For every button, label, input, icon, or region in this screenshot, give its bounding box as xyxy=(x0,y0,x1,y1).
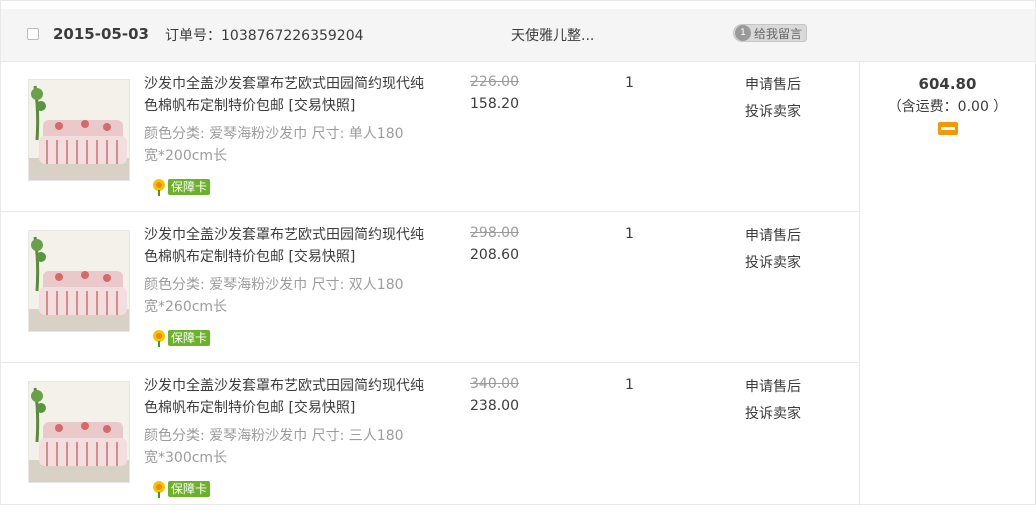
original-price: 226.00 xyxy=(470,74,519,90)
guarantee-flower-icon xyxy=(153,330,165,347)
complain-seller-link[interactable]: 投诉卖家 xyxy=(745,252,801,272)
product-title-link[interactable]: 沙发巾全盖沙发套罩布艺欧式田园简约现代纯色棉帆布定制特价包邮 [交易快照] xyxy=(144,224,434,268)
actual-price: 158.20 xyxy=(470,96,519,112)
apply-aftersale-link[interactable]: 申请售后 xyxy=(745,376,801,396)
order-items: 沙发巾全盖沙发套罩布艺欧式田园简约现代纯色棉帆布定制特价包邮 [交易快照] 颜色… xyxy=(1,61,859,513)
order-number: 订单号：1038767226359204 xyxy=(165,28,364,44)
product-thumbnail[interactable] xyxy=(28,79,130,181)
item-quantity: 1 xyxy=(625,377,634,393)
apply-aftersale-link[interactable]: 申请售后 xyxy=(745,74,801,94)
order-total: 604.80 （含运费：0.00 ） xyxy=(860,61,1035,139)
message-icon: 1 xyxy=(735,25,751,41)
complain-seller-link[interactable]: 投诉卖家 xyxy=(745,101,801,121)
order-checkbox[interactable] xyxy=(27,28,39,40)
order-item: 沙发巾全盖沙发套罩布艺欧式田园简约现代纯色棉帆布定制特价包邮 [交易快照] 颜色… xyxy=(1,363,859,513)
actual-price: 238.00 xyxy=(470,398,519,414)
product-thumbnail[interactable] xyxy=(28,381,130,483)
guarantee-card-label: 保障卡 xyxy=(168,179,211,195)
product-sku: 颜色分类: 爱琴海粉沙发巾 尺寸: 双人180宽*260cm长 xyxy=(144,277,404,315)
guarantee-flower-icon xyxy=(153,481,165,498)
guarantee-card-label: 保障卡 xyxy=(168,481,211,497)
product-title-link[interactable]: 沙发巾全盖沙发套罩布艺欧式田园简约现代纯色棉帆布定制特价包邮 [交易快照] xyxy=(144,375,434,419)
product-title-link[interactable]: 沙发巾全盖沙发套罩布艺欧式田园简约现代纯色棉帆布定制特价包邮 [交易快照] xyxy=(144,73,434,117)
leave-message-label: 给我留言 xyxy=(754,27,803,41)
order-item: 沙发巾全盖沙发套罩布艺欧式田园简约现代纯色棉帆布定制特价包邮 [交易快照] 颜色… xyxy=(1,61,859,212)
order-header: 2015-05-03 订单号：1038767226359204 天使雅儿整...… xyxy=(1,9,1035,62)
order-item: 沙发巾全盖沙发套罩布艺欧式田园简约现代纯色棉帆布定制特价包邮 [交易快照] 颜色… xyxy=(1,212,859,363)
guarantee-flower-icon xyxy=(153,179,165,196)
original-price: 298.00 xyxy=(470,225,519,241)
apply-aftersale-link[interactable]: 申请售后 xyxy=(745,225,801,245)
item-quantity: 1 xyxy=(625,226,634,242)
product-thumbnail[interactable] xyxy=(28,230,130,332)
payment-card-icon[interactable] xyxy=(937,122,958,135)
product-sku: 颜色分类: 爱琴海粉沙发巾 尺寸: 三人180宽*300cm长 xyxy=(144,428,404,466)
product-sku: 颜色分类: 爱琴海粉沙发巾 尺寸: 单人180宽*200cm长 xyxy=(144,126,404,164)
shipping-fee: （含运费：0.00 ） xyxy=(887,99,1008,115)
order-date: 2015-05-03 xyxy=(53,25,149,43)
complain-seller-link[interactable]: 投诉卖家 xyxy=(745,403,801,423)
shop-name-link[interactable]: 天使雅儿整... xyxy=(511,25,594,45)
actual-price: 208.60 xyxy=(470,247,519,263)
original-price: 340.00 xyxy=(470,376,519,392)
item-quantity: 1 xyxy=(625,75,634,91)
leave-message-button[interactable]: 1 给我留言 xyxy=(733,24,808,42)
order-card: 2015-05-03 订单号：1038767226359204 天使雅儿整...… xyxy=(0,0,1036,506)
guarantee-card-label: 保障卡 xyxy=(168,330,211,346)
total-amount: 604.80 xyxy=(918,75,977,93)
